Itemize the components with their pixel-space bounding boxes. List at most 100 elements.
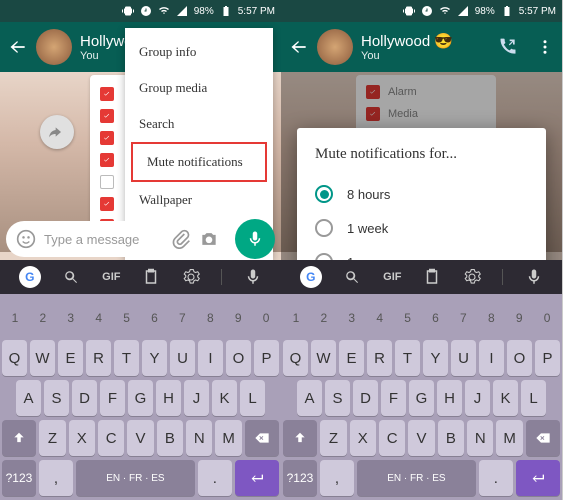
comma-key[interactable]: , <box>39 460 73 496</box>
gif-button[interactable]: GIF <box>383 271 401 283</box>
add-call-icon[interactable] <box>498 37 518 57</box>
clipboard-icon[interactable] <box>423 268 441 286</box>
space-key[interactable]: EN · FR · ES <box>76 460 195 496</box>
period-key[interactable]: . <box>479 460 513 496</box>
key-U[interactable]: U <box>451 340 476 376</box>
key-Q[interactable]: Q <box>2 340 27 376</box>
key-A[interactable]: A <box>16 380 41 416</box>
key-J[interactable]: J <box>184 380 209 416</box>
key-I[interactable]: I <box>198 340 223 376</box>
key-G[interactable]: G <box>128 380 153 416</box>
space-key[interactable]: EN · FR · ES <box>357 460 476 496</box>
avatar[interactable] <box>317 29 353 65</box>
key-9[interactable]: 9 <box>225 300 251 336</box>
key-C[interactable]: C <box>98 420 124 456</box>
attach-icon[interactable] <box>171 229 191 249</box>
period-key[interactable]: . <box>198 460 232 496</box>
menu-group-info[interactable]: Group info <box>125 34 273 70</box>
key-L[interactable]: L <box>521 380 546 416</box>
mic-icon[interactable] <box>525 268 543 286</box>
key-G[interactable]: G <box>409 380 434 416</box>
key-I[interactable]: I <box>479 340 504 376</box>
key-E[interactable]: E <box>58 340 83 376</box>
message-input[interactable]: Type a message <box>6 221 229 257</box>
enter-key[interactable] <box>516 460 560 496</box>
menu-search[interactable]: Search <box>125 106 273 142</box>
backspace-key[interactable] <box>245 420 279 456</box>
key-T[interactable]: T <box>395 340 420 376</box>
key-8[interactable]: 8 <box>197 300 223 336</box>
gif-button[interactable]: GIF <box>102 271 120 283</box>
key-1[interactable]: 1 <box>283 300 309 336</box>
avatar[interactable] <box>36 29 72 65</box>
key-M[interactable]: M <box>215 420 241 456</box>
key-B[interactable]: B <box>438 420 464 456</box>
menu-group-media[interactable]: Group media <box>125 70 273 106</box>
settings-icon[interactable] <box>463 268 481 286</box>
key-M[interactable]: M <box>496 420 522 456</box>
menu-wallpaper[interactable]: Wallpaper <box>125 182 273 218</box>
forward-button[interactable] <box>40 115 74 149</box>
key-T[interactable]: T <box>114 340 139 376</box>
search-icon[interactable] <box>343 268 361 286</box>
enter-key[interactable] <box>235 460 279 496</box>
key-A[interactable]: A <box>297 380 322 416</box>
back-icon[interactable] <box>289 37 309 57</box>
key-C[interactable]: C <box>379 420 405 456</box>
key-P[interactable]: P <box>254 340 279 376</box>
key-3[interactable]: 3 <box>339 300 365 336</box>
key-S[interactable]: S <box>325 380 350 416</box>
more-icon[interactable] <box>536 38 554 56</box>
key-2[interactable]: 2 <box>311 300 337 336</box>
key-V[interactable]: V <box>127 420 153 456</box>
key-H[interactable]: H <box>437 380 462 416</box>
key-X[interactable]: X <box>350 420 376 456</box>
key-J[interactable]: J <box>465 380 490 416</box>
key-6[interactable]: 6 <box>142 300 168 336</box>
key-6[interactable]: 6 <box>423 300 449 336</box>
key-F[interactable]: F <box>100 380 125 416</box>
key-9[interactable]: 9 <box>506 300 532 336</box>
camera-icon[interactable] <box>199 229 219 249</box>
emoji-picker-icon[interactable] <box>16 229 36 249</box>
symbols-key[interactable]: ?123 <box>283 460 317 496</box>
key-H[interactable]: H <box>156 380 181 416</box>
key-U[interactable]: U <box>170 340 195 376</box>
key-Q[interactable]: Q <box>283 340 308 376</box>
key-N[interactable]: N <box>186 420 212 456</box>
shift-key[interactable] <box>283 420 317 456</box>
key-Z[interactable]: Z <box>39 420 65 456</box>
settings-icon[interactable] <box>182 268 200 286</box>
key-4[interactable]: 4 <box>86 300 112 336</box>
key-N[interactable]: N <box>467 420 493 456</box>
key-4[interactable]: 4 <box>367 300 393 336</box>
key-8[interactable]: 8 <box>478 300 504 336</box>
symbols-key[interactable]: ?123 <box>2 460 36 496</box>
key-W[interactable]: W <box>311 340 336 376</box>
key-V[interactable]: V <box>408 420 434 456</box>
key-O[interactable]: O <box>507 340 532 376</box>
key-D[interactable]: D <box>72 380 97 416</box>
key-K[interactable]: K <box>493 380 518 416</box>
key-3[interactable]: 3 <box>58 300 84 336</box>
comma-key[interactable]: , <box>320 460 354 496</box>
key-R[interactable]: R <box>86 340 111 376</box>
key-2[interactable]: 2 <box>30 300 56 336</box>
clipboard-icon[interactable] <box>142 268 160 286</box>
key-D[interactable]: D <box>353 380 378 416</box>
search-icon[interactable] <box>62 268 80 286</box>
key-X[interactable]: X <box>69 420 95 456</box>
key-R[interactable]: R <box>367 340 392 376</box>
key-W[interactable]: W <box>30 340 55 376</box>
backspace-key[interactable] <box>526 420 560 456</box>
key-Y[interactable]: Y <box>142 340 167 376</box>
key-5[interactable]: 5 <box>114 300 140 336</box>
key-F[interactable]: F <box>381 380 406 416</box>
mic-icon[interactable] <box>244 268 262 286</box>
radio-1-week[interactable]: 1 week <box>315 211 528 245</box>
key-O[interactable]: O <box>226 340 251 376</box>
key-1[interactable]: 1 <box>2 300 28 336</box>
key-Z[interactable]: Z <box>320 420 346 456</box>
key-0[interactable]: 0 <box>534 300 560 336</box>
back-icon[interactable] <box>8 37 28 57</box>
